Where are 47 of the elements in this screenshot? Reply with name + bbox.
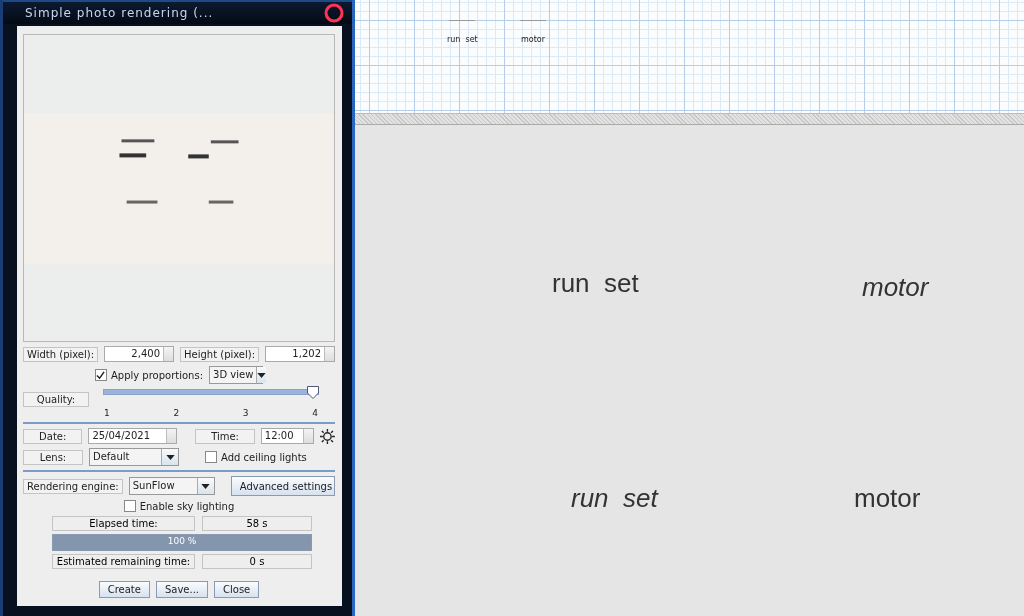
wall-line <box>520 20 546 21</box>
3d-text-label: run set <box>571 483 658 514</box>
width-label: Width (pixel): <box>23 346 99 362</box>
3d-text-label: motor <box>854 483 921 514</box>
time-label: Time: <box>195 428 255 444</box>
sky-lighting-checkbox[interactable]: Enable sky lighting <box>123 500 235 512</box>
elapsed-time-value: 58 s <box>202 516 312 531</box>
slider-thumb[interactable] <box>307 386 319 399</box>
progress-text: 100 % <box>166 536 198 546</box>
height-field[interactable]: 1,202 <box>265 346 335 362</box>
tick-label: 1 <box>104 408 110 418</box>
tick-label: 3 <box>242 408 249 418</box>
caret-icon <box>257 372 267 378</box>
window-title: Simple photo rendering (... <box>25 6 214 20</box>
elapsed-time-label: Elapsed time: <box>52 516 195 531</box>
tick-label: 4 <box>312 408 318 418</box>
caret-icon <box>165 454 175 460</box>
lens-dropdown[interactable]: Default <box>89 448 179 466</box>
plan-label: motor <box>521 35 545 44</box>
dialog-button[interactable]: Close <box>214 581 260 598</box>
remaining-time-value: 0 s <box>202 554 312 569</box>
time-field[interactable]: 12:00 <box>260 428 315 444</box>
view-dropdown[interactable]: 3D view <box>209 366 264 384</box>
quality-label: Quality: <box>23 392 89 407</box>
close-icon[interactable] <box>322 1 346 25</box>
sun-icon[interactable] <box>320 428 335 444</box>
remaining-time-label: Estimated remaining time: <box>52 554 195 569</box>
ceiling-lights-checkbox[interactable]: Add ceiling lights <box>205 451 307 463</box>
wall-line <box>449 20 476 21</box>
height-label: Height (pixel): <box>180 346 260 362</box>
lens-label: Lens: <box>23 449 83 465</box>
dialog-button[interactable]: Create <box>98 581 150 598</box>
dialog-button[interactable]: Save... <box>155 581 209 598</box>
tick-label: 2 <box>173 408 180 418</box>
date-field[interactable]: 25/04/2021 <box>88 428 178 444</box>
width-field[interactable]: 2,400 <box>104 346 174 362</box>
quality-slider[interactable] <box>103 386 319 400</box>
caret-icon <box>201 483 211 489</box>
advanced-settings-button[interactable]: Advanced settings <box>230 476 335 496</box>
check-icon <box>96 370 106 380</box>
engine-label: Rendering engine: <box>23 478 123 494</box>
apply-proportions-checkbox[interactable]: Apply proportions: <box>94 369 204 381</box>
3d-text-label: motor <box>862 272 929 303</box>
date-label: Date: <box>23 428 83 444</box>
3d-text-label: run set <box>552 268 639 299</box>
engine-dropdown[interactable]: SunFlow <box>128 477 215 495</box>
plan-label: run set <box>447 35 478 44</box>
